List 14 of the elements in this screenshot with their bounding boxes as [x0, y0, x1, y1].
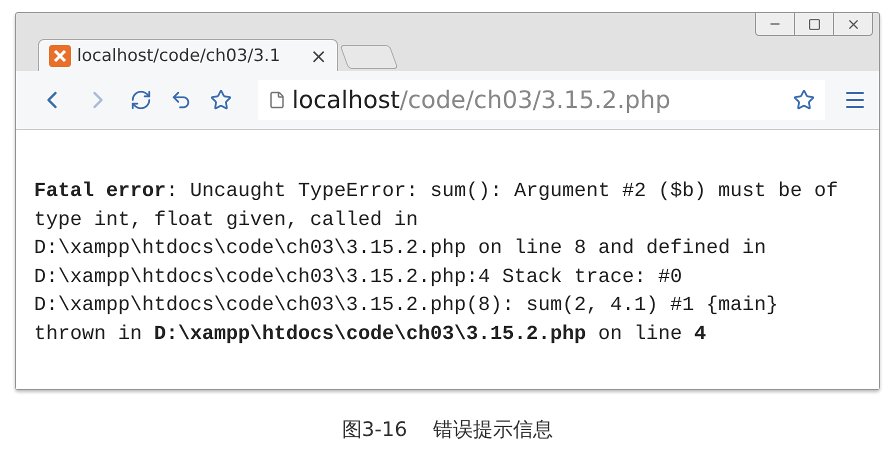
reload-icon[interactable] [130, 89, 152, 111]
bookmark-icon[interactable] [793, 89, 815, 111]
star-icon[interactable] [210, 89, 232, 111]
close-button[interactable]: × [310, 44, 327, 68]
undo-icon[interactable] [170, 89, 192, 111]
error-message: Fatal error: Uncaught TypeError: sum(): Argument #2 ($b) must be of type int, float given, called in D:\xampp\htdocs\code\ch03\3.15.2.php on line 8 and defined in D:\xampp\htdocs\code\ch03\3.15.2.php:4 Stack trace: #0 D:\xampp\htdocs\code\ch03\3.15.2.php(8): sum(2, 4.1) #1 {main} thrown in D:\xampp\htdocs\code\ch03\3.15.2.php on line 4 [34, 179, 840, 348]
url-text: localhost/code/ch03/3.15.2.php [292, 86, 672, 114]
page-icon [268, 91, 286, 109]
app-icon [49, 44, 71, 66]
tab-title: localhost/code/ch03/3.1 [77, 46, 282, 66]
address-bar[interactable]: localhost/code/ch03/3.15.2.php [258, 80, 825, 120]
figure-caption: 错误提示信息 [433, 416, 554, 443]
browser-tab[interactable]: localhost/code/ch03/3.1 × [38, 39, 338, 71]
figure-number: 图3-16 [342, 416, 408, 443]
